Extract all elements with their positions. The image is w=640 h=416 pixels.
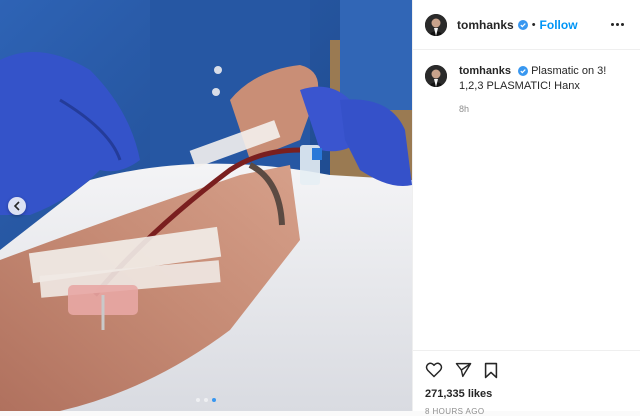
avatar-image [425,13,447,36]
avatar[interactable] [425,65,447,87]
caption-timestamp[interactable]: 8h [459,102,627,117]
heart-icon[interactable] [425,362,443,378]
post-header: tomhanks • Follow [413,0,640,50]
action-icons-row [425,359,628,381]
post-photo[interactable] [0,0,412,411]
verified-badge-icon [518,66,529,77]
chevron-left-icon [13,201,20,211]
avatar-image [425,65,447,87]
likes-count[interactable]: 271,335 likes [425,388,628,400]
carousel-dot [196,398,200,402]
header-username[interactable]: tomhanks [457,18,514,32]
instagram-post: tomhanks • Follow tomhanks Plasmatic on … [0,0,640,416]
verified-badge-icon [517,19,528,30]
post-side-panel: tomhanks • Follow tomhanks Plasmatic on … [412,0,640,416]
carousel-indicator [0,398,412,402]
post-actions: 271,335 likes 8 HOURS AGO [413,350,640,416]
bookmark-icon[interactable] [484,362,498,379]
caption-text-block: tomhanks Plasmatic on 3! 1,2,3 PLASMATIC… [459,64,627,117]
carousel-dot [204,398,208,402]
caption-comment: tomhanks Plasmatic on 3! 1,2,3 PLASMATIC… [413,50,640,117]
caption-username[interactable]: tomhanks [459,65,511,77]
photo-illustration [0,0,412,411]
more-options-icon[interactable] [607,19,628,30]
follow-button[interactable]: Follow [540,18,578,32]
carousel-dot-active [212,398,216,402]
carousel-prev-button[interactable] [8,197,26,215]
post-timestamp[interactable]: 8 HOURS AGO [425,407,628,416]
paper-plane-icon[interactable] [455,362,472,378]
separator-dot: • [531,18,536,31]
avatar[interactable] [425,13,447,36]
